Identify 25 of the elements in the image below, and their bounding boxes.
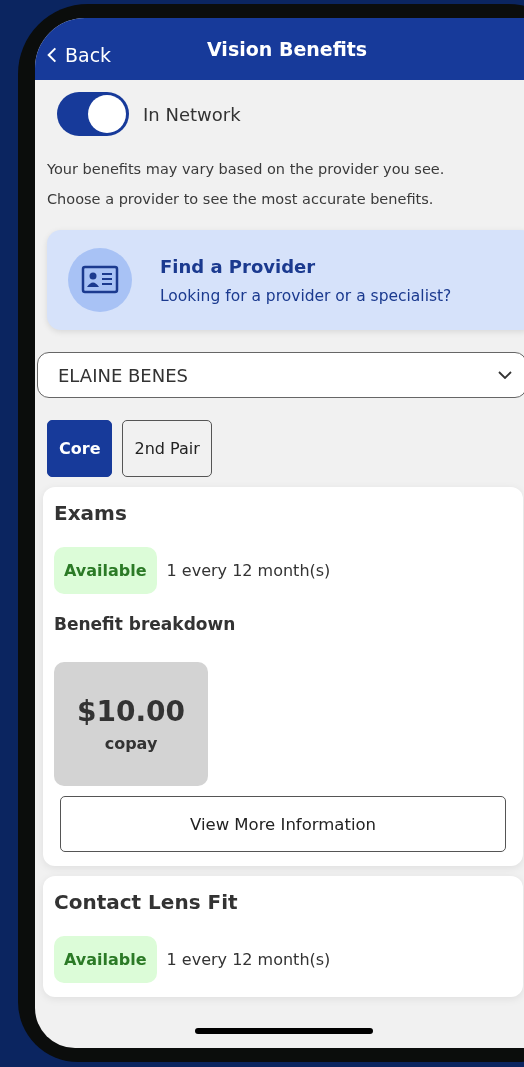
status-badge: Available [54,936,157,983]
member-dropdown[interactable]: ELAINE BENES [37,352,524,398]
frequency-text: 1 every 12 month(s) [166,950,331,969]
network-toggle[interactable] [57,92,129,136]
provider-title: Find a Provider [160,255,317,277]
tab[interactable]: Core [47,420,113,477]
screen-title: Vision Benefits [207,38,368,60]
status-badge: Available [54,547,157,594]
caret-icon [498,371,512,379]
copay-label: copay [104,734,158,753]
frequency-text: 1 every 12 month(s) [166,561,331,580]
provider-subtitle: Looking for a provider or a specialist? [160,286,452,305]
toggle-label: In Network [143,103,241,125]
view-more-button[interactable]: View More Information [60,796,506,852]
find-provider-card[interactable]: Find a Provider Looking for a provider or a specialist? [47,230,524,330]
breakdown-title: Benefit breakdown [54,614,236,634]
copay-amount: $10.00 [76,695,186,728]
intro-text: Choose a provider to see the most accurate benefits. [47,190,434,209]
intro-text: Your benefits may vary based on the provider you see. [47,160,445,179]
back-chevron-icon [47,46,57,64]
id-card-icon [68,248,132,312]
benefit-title: Contact Lens Fit [54,890,238,914]
benefit-title: Exams [54,501,127,525]
tab[interactable]: 2nd Pair [122,420,212,477]
back-button[interactable]: Back [35,44,112,66]
